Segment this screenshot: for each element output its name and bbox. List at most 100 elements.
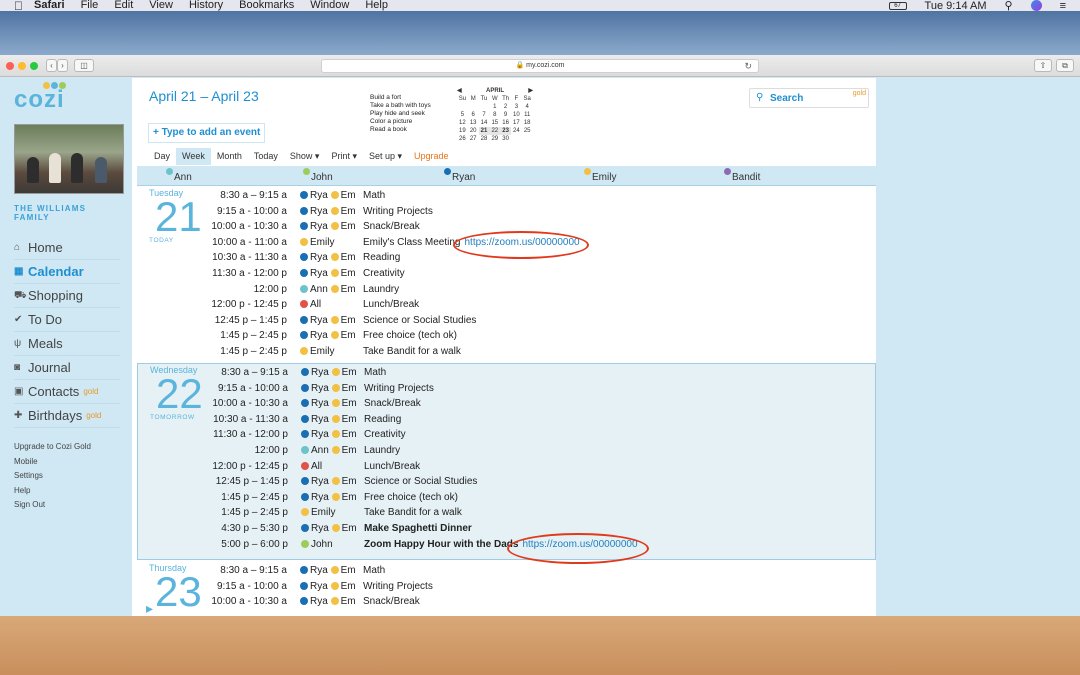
sidebar-item-label: Shopping xyxy=(28,287,83,303)
event-time: 12:45 p – 1:45 p xyxy=(214,314,287,326)
event-row[interactable]: 10:00 a - 10:30 a Rya Em Snack/Break xyxy=(138,396,738,412)
cozi-logo[interactable]: cozi xyxy=(14,86,65,114)
todo-preview: Build a fort Take a bath with toys Play … xyxy=(370,94,431,134)
minimize-window-button[interactable] xyxy=(18,61,26,70)
event-attendees: Emily xyxy=(301,505,363,521)
event-row[interactable]: 9:15 a - 10:00 a Rya Em Writing Projects xyxy=(137,579,737,595)
upgrade-link[interactable]: Upgrade to Cozi Gold xyxy=(14,440,91,455)
attendee-dot xyxy=(300,269,308,277)
event-title-text: Reading xyxy=(363,252,401,264)
mobile-link[interactable]: Mobile xyxy=(14,455,91,470)
sidebar-item-calendar[interactable]: ▦ Calendar xyxy=(14,260,120,284)
help-link[interactable]: Help xyxy=(14,484,91,499)
menu-history[interactable]: History xyxy=(189,0,223,11)
event-row[interactable]: 4:30 p – 5:30 p Rya Em Make Spaghetti Dinn… xyxy=(138,521,738,537)
sidebar-item-contacts[interactable]: ▣ Contacts gold xyxy=(14,380,120,404)
event-row[interactable]: 1:45 p – 2:45 p Emily Take Bandit for a wa… xyxy=(137,344,737,360)
person-emily[interactable]: Emily xyxy=(584,168,616,183)
event-row[interactable]: 12:45 p – 1:45 p Rya Em Science or Social … xyxy=(138,474,738,490)
event-row[interactable]: 12:00 p Ann Em Laundry xyxy=(137,282,737,298)
attendee-name: Em xyxy=(340,190,356,201)
sidebar-item-home[interactable]: ⌂ Home xyxy=(14,236,120,260)
event-row[interactable]: 8:30 a – 9:15 a Rya Em Math xyxy=(137,563,737,579)
mini-calendar-week[interactable]: 1234 xyxy=(457,103,533,111)
person-ryan[interactable]: Ryan xyxy=(444,168,475,183)
menu-edit[interactable]: Edit xyxy=(114,0,133,11)
battery-icon[interactable]: 67 xyxy=(888,1,907,10)
event-row[interactable]: 10:30 a - 11:30 a Rya Em Reading xyxy=(138,412,738,428)
attendee-name: Rya xyxy=(310,221,328,233)
event-row[interactable]: 10:00 a - 11:00 a Emily Emily's Class Meet… xyxy=(137,235,737,251)
print-dropdown[interactable]: Print ▾ xyxy=(325,148,363,165)
mini-calendar-week[interactable]: 5 6 7 8 9 10 11 xyxy=(457,111,533,119)
event-row[interactable]: 12:00 p Ann Em Laundry xyxy=(138,443,738,459)
event-row[interactable]: 10:30 a - 11:30 a Rya Em Reading xyxy=(137,250,737,266)
prev-month-icon[interactable]: ◀ xyxy=(457,87,462,95)
next-month-icon[interactable]: ▶ xyxy=(528,87,533,95)
address-bar[interactable]: 🔒 my.cozi.com ↻ xyxy=(321,59,759,73)
tab-today[interactable]: Today xyxy=(248,148,284,165)
event-row[interactable]: 10:00 a - 10:30 a Rya Em Snack/Break xyxy=(137,219,737,235)
event-time: 11:30 a - 12:00 p xyxy=(213,429,288,441)
menu-app[interactable]: Safari xyxy=(34,0,65,11)
search-button[interactable]: ⚲ Search gold xyxy=(749,88,869,108)
event-attendees: Emily xyxy=(300,344,362,360)
event-row[interactable]: 12:00 p - 12:45 p All Lunch/Break xyxy=(138,459,738,475)
reload-icon[interactable]: ↻ xyxy=(744,60,752,72)
close-window-button[interactable] xyxy=(6,61,14,70)
notification-center-icon[interactable]: ≡ xyxy=(1060,0,1066,11)
event-row[interactable]: 1:45 p – 2:45 p Emily Take Bandit for a wa… xyxy=(138,505,738,521)
event-row[interactable]: 10:00 a - 10:30 a Rya Em Snack/Break xyxy=(137,594,737,610)
event-row[interactable]: 8:30 a – 9:15 a Rya Em Math xyxy=(138,365,738,381)
share-button[interactable]: ⇧ xyxy=(1034,59,1052,72)
event-title-text: Writing Projects xyxy=(363,580,433,592)
attendee-name: Rya xyxy=(310,580,328,592)
clock[interactable]: Tue 9:14 AM xyxy=(925,0,987,11)
siri-icon[interactable] xyxy=(1030,0,1042,11)
zoom-window-button[interactable] xyxy=(30,61,38,70)
event-row[interactable]: 1:45 p – 2:45 p Rya Em Free choice (tech o… xyxy=(138,490,738,506)
person-ann[interactable]: Ann xyxy=(166,168,192,183)
sidebar-toggle-button[interactable]: ◫ xyxy=(74,59,94,72)
sidebar-item-shopping[interactable]: ⛟ Shopping xyxy=(14,284,120,308)
menu-view[interactable]: View xyxy=(149,0,173,11)
tab-day[interactable]: Day xyxy=(148,148,176,165)
event-title: Lunch/Break xyxy=(363,297,419,313)
tab-week[interactable]: Week xyxy=(176,148,211,165)
event-row[interactable]: 12:00 p - 12:45 p All Lunch/Break xyxy=(137,297,737,313)
tabs-overview-button[interactable]: ⧉ xyxy=(1056,59,1074,72)
apple-icon[interactable]:  xyxy=(14,0,34,11)
menu-window[interactable]: Window xyxy=(310,0,349,11)
menu-bookmarks[interactable]: Bookmarks xyxy=(239,0,294,11)
sign-out-link[interactable]: Sign Out xyxy=(14,498,91,513)
sidebar-item-birthdays[interactable]: ✚ Birthdays gold xyxy=(14,404,120,428)
event-row[interactable]: 11:30 a - 12:00 p Rya Em Creativity xyxy=(138,427,738,443)
sidebar-item-journal[interactable]: ◙ Journal xyxy=(14,356,120,380)
tab-month[interactable]: Month xyxy=(211,148,248,165)
person-john[interactable]: John xyxy=(303,168,333,183)
menu-help[interactable]: Help xyxy=(365,0,388,11)
upgrade-link[interactable]: Upgrade xyxy=(408,148,455,165)
mini-calendar-week[interactable]: 26 27 28 29 30 xyxy=(457,135,533,143)
search-icon: ⚲ xyxy=(756,92,764,103)
spotlight-icon[interactable]: ⚲ xyxy=(1005,0,1013,11)
show-dropdown[interactable]: Show ▾ xyxy=(284,148,326,165)
event-row[interactable]: 9:15 a - 10:00 a Rya Em Writing Projects xyxy=(138,381,738,397)
mini-calendar-week[interactable]: 12 13 14 15 16 17 18 xyxy=(457,119,533,127)
add-event-input[interactable]: + Type to add an event xyxy=(148,123,266,143)
event-row[interactable]: 9:15 a - 10:00 a Rya Em Writing Projects xyxy=(137,204,737,220)
menu-file[interactable]: File xyxy=(81,0,99,11)
event-attendees: Rya Em xyxy=(300,594,362,610)
settings-link[interactable]: Settings xyxy=(14,469,91,484)
mini-calendar-week[interactable]: 19 20 21 22 23 24 25 xyxy=(457,127,533,135)
event-row[interactable]: 12:45 p – 1:45 p Rya Em Science or Social … xyxy=(137,313,737,329)
person-bandit[interactable]: Bandit xyxy=(724,168,760,183)
setup-dropdown[interactable]: Set up ▾ xyxy=(363,148,408,165)
back-button[interactable]: ‹ xyxy=(46,59,57,72)
sidebar-item-todo[interactable]: ✔ To Do xyxy=(14,308,120,332)
event-row[interactable]: 11:30 a - 12:00 p Rya Em Creativity xyxy=(137,266,737,282)
event-row[interactable]: 1:45 p – 2:45 p Rya Em Free choice (tech o… xyxy=(137,328,737,344)
sidebar-item-meals[interactable]: ψ Meals xyxy=(14,332,120,356)
event-row[interactable]: 8:30 a – 9:15 a Rya Em Math xyxy=(137,188,737,204)
forward-button[interactable]: › xyxy=(57,59,68,72)
